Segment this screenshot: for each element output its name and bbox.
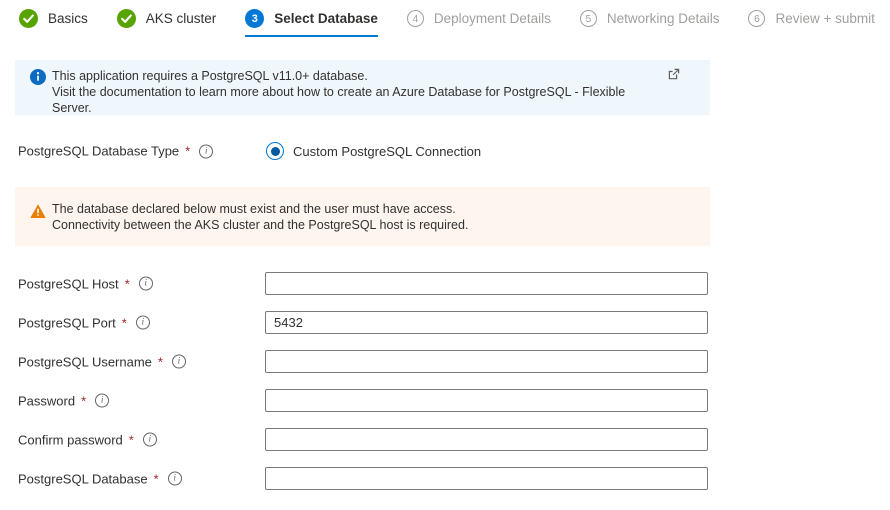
confirm-password-input[interactable] xyxy=(265,428,708,451)
password-input[interactable] xyxy=(265,389,708,412)
info-tooltip-icon[interactable]: i xyxy=(168,472,182,486)
info-tooltip-icon[interactable]: i xyxy=(143,433,157,447)
postgresql-username-input[interactable] xyxy=(265,350,708,373)
label-text: PostgreSQL Host xyxy=(18,276,119,291)
database-type-label: PostgreSQL Database Type * i xyxy=(18,144,213,159)
wizard-tabbar: Basics AKS cluster 3 Select Database 4 D… xyxy=(19,9,875,37)
radio-button-selected xyxy=(266,142,284,160)
warning-banner-text: The database declared below must exist a… xyxy=(52,201,662,233)
tab-label: AKS cluster xyxy=(146,11,217,26)
check-circle-icon xyxy=(117,9,136,28)
step-number-badge: 6 xyxy=(748,10,765,27)
tab-review-submit[interactable]: 6 Review + submit xyxy=(748,10,874,36)
info-banner: This application requires a PostgreSQL v… xyxy=(15,60,710,115)
custom-postgresql-connection-radio[interactable]: Custom PostgreSQL Connection xyxy=(266,142,481,160)
info-tooltip-icon[interactable]: i xyxy=(136,316,150,330)
tab-label: Select Database xyxy=(274,11,378,26)
external-link-icon[interactable] xyxy=(668,68,680,80)
form-row-postgresql-username: PostgreSQL Username * i xyxy=(0,350,890,373)
form-row-postgresql-database: PostgreSQL Database * i xyxy=(0,467,890,490)
required-asterisk: * xyxy=(81,393,86,408)
postgresql-port-label: PostgreSQL Port * i xyxy=(18,315,150,330)
required-asterisk: * xyxy=(185,144,190,159)
info-tooltip-icon[interactable]: i xyxy=(172,355,186,369)
info-banner-text: This application requires a PostgreSQL v… xyxy=(52,68,662,116)
warning-banner: The database declared below must exist a… xyxy=(15,187,710,246)
info-banner-line1: This application requires a PostgreSQL v… xyxy=(52,68,662,84)
postgresql-host-label: PostgreSQL Host * i xyxy=(18,276,153,291)
password-label: Password * i xyxy=(18,393,109,408)
postgresql-database-label: PostgreSQL Database * i xyxy=(18,471,182,486)
step-number-badge: 4 xyxy=(407,10,424,27)
radio-dot xyxy=(271,147,280,156)
postgresql-username-label: PostgreSQL Username * i xyxy=(18,354,186,369)
tab-label: Review + submit xyxy=(775,11,874,26)
info-icon xyxy=(30,69,46,85)
form-row-postgresql-host: PostgreSQL Host * i xyxy=(0,272,890,295)
tab-basics[interactable]: Basics xyxy=(19,9,88,37)
label-text: PostgreSQL Username xyxy=(18,354,152,369)
tab-networking-details[interactable]: 5 Networking Details xyxy=(580,10,720,36)
postgresql-database-input[interactable] xyxy=(265,467,708,490)
label-text: PostgreSQL Port xyxy=(18,315,116,330)
select-database-wizard-page: Basics AKS cluster 3 Select Database 4 D… xyxy=(0,0,890,510)
tab-aks-cluster[interactable]: AKS cluster xyxy=(117,9,217,37)
postgresql-host-input[interactable] xyxy=(265,272,708,295)
form-row-password: Password * i xyxy=(0,389,890,412)
required-asterisk: * xyxy=(129,432,134,447)
tab-label: Deployment Details xyxy=(434,11,551,26)
warning-icon xyxy=(30,203,46,219)
tab-deployment-details[interactable]: 4 Deployment Details xyxy=(407,10,551,36)
label-text: Confirm password xyxy=(18,432,123,447)
step-number-badge: 5 xyxy=(580,10,597,27)
required-asterisk: * xyxy=(122,315,127,330)
required-asterisk: * xyxy=(125,276,130,291)
step-number-badge: 3 xyxy=(245,9,264,28)
form-row-postgresql-port: PostgreSQL Port * i xyxy=(0,311,890,334)
tab-label: Basics xyxy=(48,11,88,26)
warning-banner-line1: The database declared below must exist a… xyxy=(52,201,662,217)
label-text: PostgreSQL Database xyxy=(18,471,148,486)
label-text: PostgreSQL Database Type xyxy=(18,144,179,159)
check-circle-icon xyxy=(19,9,38,28)
required-asterisk: * xyxy=(154,471,159,486)
info-tooltip-icon[interactable]: i xyxy=(95,394,109,408)
label-text: Password xyxy=(18,393,75,408)
radio-label: Custom PostgreSQL Connection xyxy=(293,144,481,159)
tab-label: Networking Details xyxy=(607,11,720,26)
tab-select-database[interactable]: 3 Select Database xyxy=(245,9,378,37)
required-asterisk: * xyxy=(158,354,163,369)
warning-banner-line2: Connectivity between the AKS cluster and… xyxy=(52,217,662,233)
confirm-password-label: Confirm password * i xyxy=(18,432,157,447)
info-banner-line2: Visit the documentation to learn more ab… xyxy=(52,84,662,116)
postgresql-port-input[interactable] xyxy=(265,311,708,334)
form-row-confirm-password: Confirm password * i xyxy=(0,428,890,451)
info-tooltip-icon[interactable]: i xyxy=(139,277,153,291)
info-tooltip-icon[interactable]: i xyxy=(199,144,213,158)
database-type-row: PostgreSQL Database Type * i Custom Postg… xyxy=(0,141,890,161)
